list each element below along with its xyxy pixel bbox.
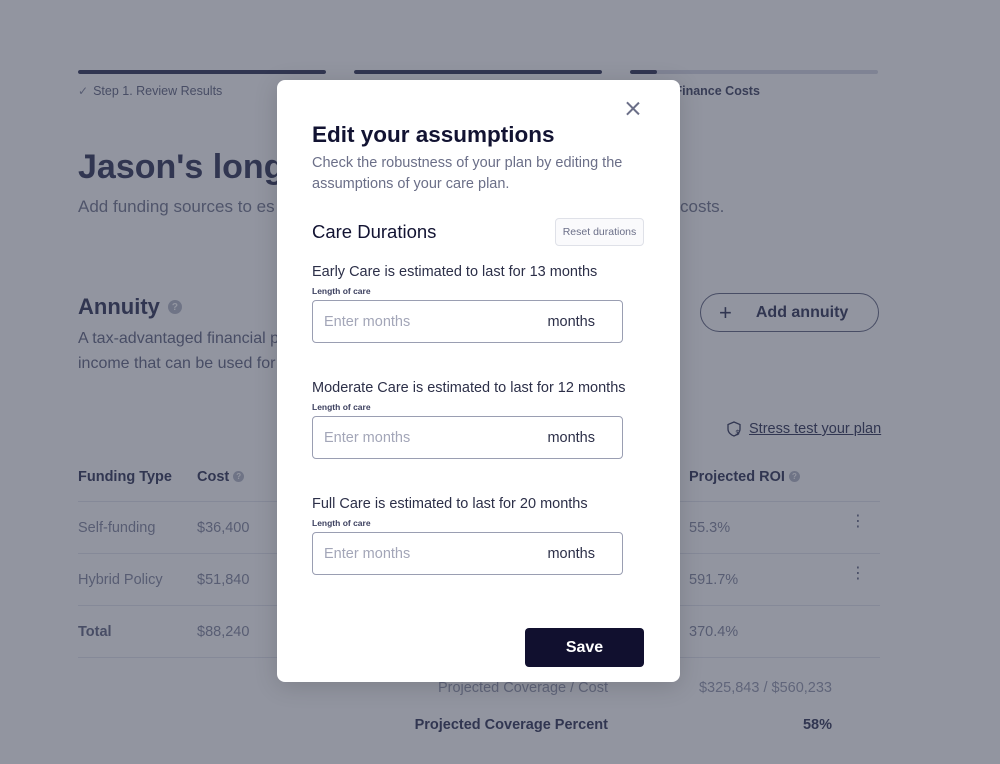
input-suffix: months (547, 313, 595, 330)
early-care-field: Early Care is estimated to last for 13 m… (312, 264, 623, 343)
field-sublabel: Length of care (312, 286, 371, 296)
field-label: Early Care is estimated to last for 13 m… (312, 264, 598, 280)
field-sublabel: Length of care (312, 402, 371, 412)
close-icon[interactable] (625, 100, 641, 116)
moderate-care-months-input[interactable] (313, 429, 513, 446)
modal-title: Edit your assumptions (312, 122, 555, 147)
modal-description: Check the robustness of your plan by edi… (312, 155, 623, 192)
input-suffix: months (547, 545, 595, 562)
care-durations-heading: Care Durations (312, 221, 437, 242)
edit-assumptions-modal: Edit your assumptions Check the robustne… (277, 80, 680, 682)
input-suffix: months (547, 429, 595, 446)
reset-durations-button[interactable]: Reset durations (555, 218, 644, 246)
full-care-months-input[interactable] (313, 545, 513, 562)
field-label: Full Care is estimated to last for 20 mo… (312, 496, 588, 512)
field-sublabel: Length of care (312, 518, 371, 528)
full-care-field: Full Care is estimated to last for 20 mo… (312, 496, 623, 575)
save-button[interactable]: Save (525, 628, 644, 667)
early-care-months-input[interactable] (313, 313, 513, 330)
field-label: Moderate Care is estimated to last for 1… (312, 380, 626, 396)
moderate-care-field: Moderate Care is estimated to last for 1… (312, 380, 626, 459)
